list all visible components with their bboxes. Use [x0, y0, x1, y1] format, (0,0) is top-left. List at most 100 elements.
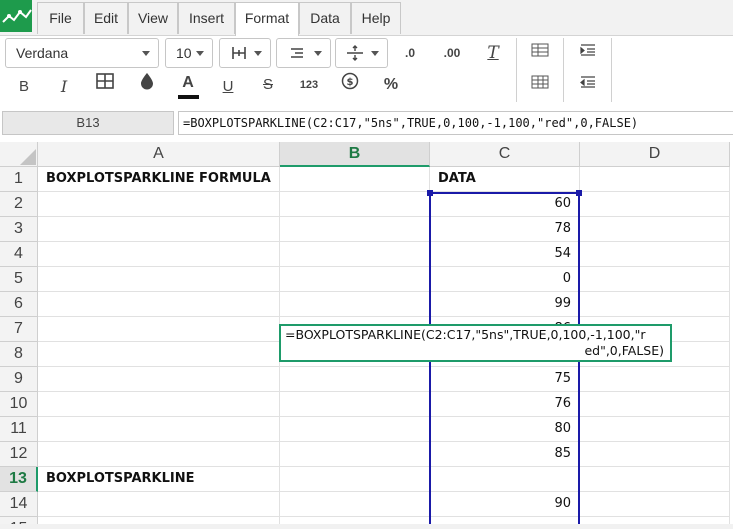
- font-size-select[interactable]: 10: [165, 38, 213, 68]
- row-header-9[interactable]: 9: [0, 367, 38, 392]
- cell-c5[interactable]: 0: [430, 267, 580, 292]
- name-box[interactable]: B13: [2, 111, 174, 135]
- clear-format-button[interactable]: T: [479, 40, 507, 66]
- cell-b1[interactable]: [280, 167, 430, 192]
- italic-button[interactable]: I: [50, 74, 78, 100]
- range-handle[interactable]: [576, 190, 582, 196]
- row-header-5[interactable]: 5: [0, 267, 38, 292]
- row-header-1[interactable]: 1: [0, 167, 38, 192]
- menu-data[interactable]: Data: [299, 2, 351, 34]
- cell-a10[interactable]: [38, 392, 280, 417]
- bold-button[interactable]: B: [10, 74, 38, 100]
- cell-a6[interactable]: [38, 292, 280, 317]
- cell-d12[interactable]: [580, 442, 730, 467]
- currency-button[interactable]: $: [336, 72, 364, 98]
- table-grid-button[interactable]: [526, 72, 554, 98]
- cell-b11[interactable]: [280, 417, 430, 442]
- number-format-button[interactable]: 123: [295, 72, 323, 98]
- cell-d11[interactable]: [580, 417, 730, 442]
- cell-b12[interactable]: [280, 442, 430, 467]
- cell-c2[interactable]: 60: [430, 192, 580, 217]
- row-header-4[interactable]: 4: [0, 242, 38, 267]
- column-header-a[interactable]: A: [38, 142, 280, 167]
- menu-file[interactable]: File: [37, 2, 84, 34]
- cell-c9[interactable]: 75: [430, 367, 580, 392]
- cell-d9[interactable]: [580, 367, 730, 392]
- cell-a2[interactable]: [38, 192, 280, 217]
- cell-a7[interactable]: [38, 317, 280, 342]
- cell-d10[interactable]: [580, 392, 730, 417]
- row-header-2[interactable]: 2: [0, 192, 38, 217]
- column-header-b[interactable]: B: [280, 142, 430, 167]
- cell-d3[interactable]: [580, 217, 730, 242]
- cell-b5[interactable]: [280, 267, 430, 292]
- cell-a11[interactable]: [38, 417, 280, 442]
- column-header-c[interactable]: C: [430, 142, 580, 167]
- select-all-corner[interactable]: [0, 142, 38, 167]
- cell-c1[interactable]: DATA: [430, 167, 580, 192]
- cell-b3[interactable]: [280, 217, 430, 242]
- strikethrough-button[interactable]: S: [254, 72, 282, 98]
- row-header-6[interactable]: 6: [0, 292, 38, 317]
- underline-button[interactable]: U: [214, 74, 242, 100]
- cell-a4[interactable]: [38, 242, 280, 267]
- cell-b13[interactable]: [280, 467, 430, 492]
- cell-a14[interactable]: [38, 492, 280, 517]
- indent-button[interactable]: [574, 40, 602, 66]
- vertical-align-select[interactable]: [335, 38, 388, 68]
- formula-input[interactable]: =BOXPLOTSPARKLINE(C2:C17,"5ns",TRUE,0,10…: [178, 111, 733, 135]
- row-header-3[interactable]: 3: [0, 217, 38, 242]
- menu-insert[interactable]: Insert: [178, 2, 235, 34]
- font-color-button[interactable]: A: [174, 70, 202, 99]
- cell-b9[interactable]: [280, 367, 430, 392]
- cell-d14[interactable]: [580, 492, 730, 517]
- row-header-14[interactable]: 14: [0, 492, 38, 517]
- row-header-8[interactable]: 8: [0, 342, 38, 367]
- cell-a13[interactable]: BOXPLOTSPARKLINE: [38, 467, 280, 492]
- menu-edit[interactable]: Edit: [84, 2, 128, 34]
- cell-a8[interactable]: [38, 342, 280, 367]
- cell-d4[interactable]: [580, 242, 730, 267]
- horizontal-align-select[interactable]: [276, 38, 331, 68]
- cell-c10[interactable]: 76: [430, 392, 580, 417]
- cell-editor-b13[interactable]: =BOXPLOTSPARKLINE(C2:C17,"5ns",TRUE,0,10…: [279, 324, 672, 362]
- cell-c11[interactable]: 80: [430, 417, 580, 442]
- range-handle[interactable]: [427, 190, 433, 196]
- cell-c14[interactable]: 90: [430, 492, 580, 517]
- menu-help[interactable]: Help: [351, 2, 401, 34]
- cell-d6[interactable]: [580, 292, 730, 317]
- cell-c4[interactable]: 54: [430, 242, 580, 267]
- cell-b14[interactable]: [280, 492, 430, 517]
- row-header-10[interactable]: 10: [0, 392, 38, 417]
- cell-a9[interactable]: [38, 367, 280, 392]
- row-header-7[interactable]: 7: [0, 317, 38, 342]
- borders-button[interactable]: [91, 72, 119, 98]
- row-header-11[interactable]: 11: [0, 417, 38, 442]
- column-header-d[interactable]: D: [580, 142, 730, 167]
- row-header-13[interactable]: 13: [0, 467, 38, 492]
- cell-d2[interactable]: [580, 192, 730, 217]
- font-family-select[interactable]: Verdana: [5, 38, 159, 68]
- increase-decimals-button[interactable]: .00: [438, 40, 466, 66]
- cell-d5[interactable]: [580, 267, 730, 292]
- borders-select[interactable]: [219, 38, 271, 68]
- fill-color-button[interactable]: [133, 72, 161, 98]
- menu-format[interactable]: Format: [235, 2, 299, 36]
- outdent-button[interactable]: [574, 72, 602, 98]
- cell-c6[interactable]: 99: [430, 292, 580, 317]
- cell-c12[interactable]: 85: [430, 442, 580, 467]
- insert-table-button[interactable]: [526, 40, 554, 66]
- cell-d13[interactable]: [580, 467, 730, 492]
- menu-view[interactable]: View: [128, 2, 178, 34]
- cell-b10[interactable]: [280, 392, 430, 417]
- cell-b2[interactable]: [280, 192, 430, 217]
- cell-b6[interactable]: [280, 292, 430, 317]
- cell-a1[interactable]: BOXPLOTSPARKLINE FORMULA: [38, 167, 280, 192]
- cell-d1[interactable]: [580, 167, 730, 192]
- cell-c13[interactable]: [430, 467, 580, 492]
- cell-a3[interactable]: [38, 217, 280, 242]
- row-header-12[interactable]: 12: [0, 442, 38, 467]
- cell-a12[interactable]: [38, 442, 280, 467]
- cell-a5[interactable]: [38, 267, 280, 292]
- cell-b4[interactable]: [280, 242, 430, 267]
